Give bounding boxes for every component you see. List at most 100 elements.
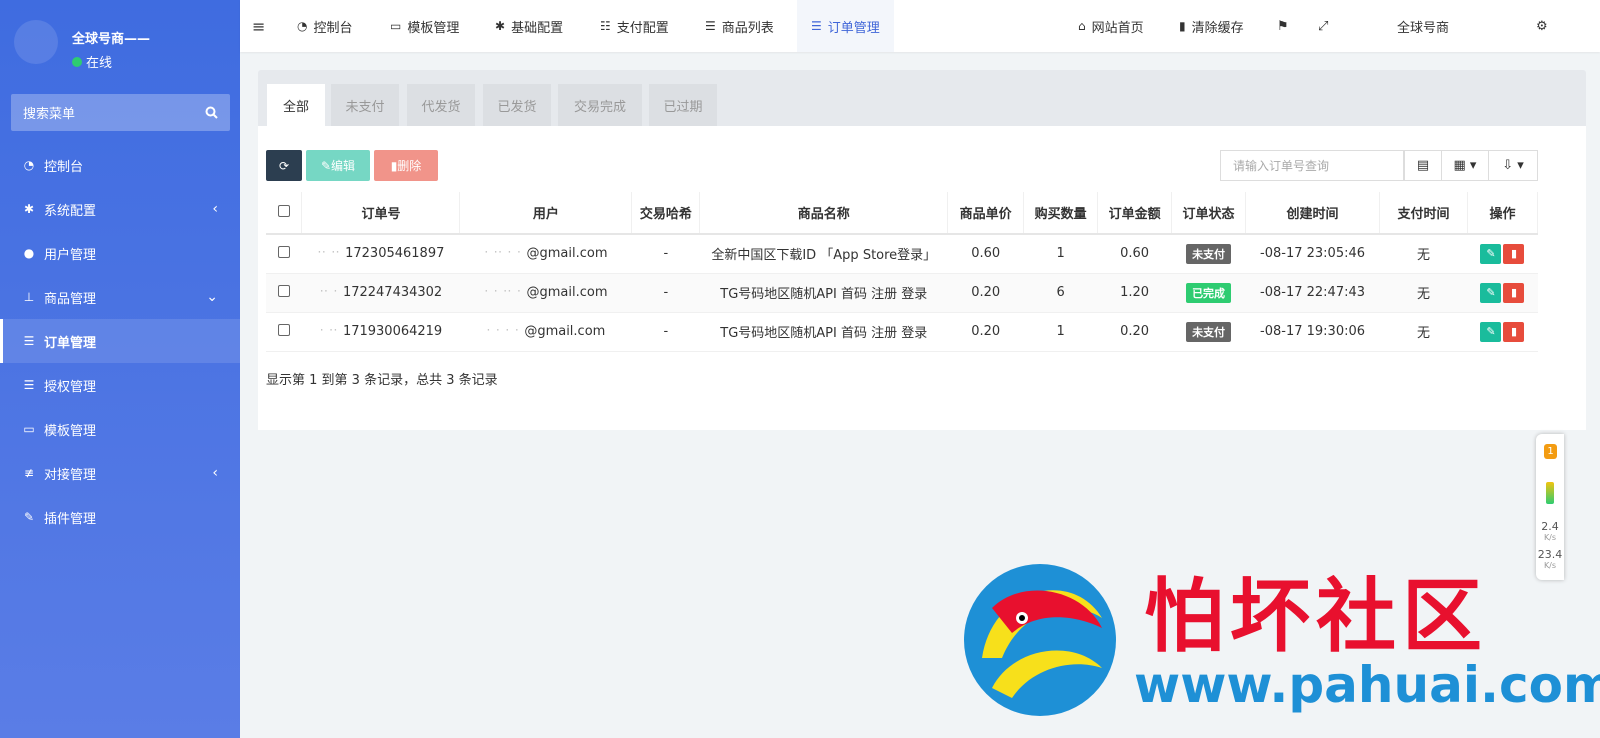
- clear-cache-button[interactable]: ▮ 清除缓存: [1179, 0, 1244, 52]
- chevron-down-icon: ⌄: [206, 289, 218, 305]
- row-delete-button[interactable]: ▮: [1503, 282, 1525, 303]
- status-cell: 已完成: [1171, 273, 1246, 313]
- hamburger-icon: ≡: [252, 16, 266, 36]
- col-product[interactable]: 商品名称: [699, 192, 949, 235]
- watermark-title: 怕坏社区: [1144, 570, 1488, 663]
- paid-cell: 无: [1379, 234, 1468, 274]
- online-dot-icon: [72, 56, 82, 67]
- sidebar-item-label: 对接管理: [44, 467, 97, 483]
- edit-button[interactable]: ✎ 编辑: [306, 150, 370, 181]
- status-text: 在线: [86, 56, 113, 71]
- row-delete-button[interactable]: ▮: [1503, 243, 1525, 264]
- search-icon[interactable]: [205, 106, 218, 119]
- avatar[interactable]: [14, 20, 58, 64]
- sidebar-item-system-config[interactable]: ✱ 系统配置 ‹: [0, 187, 240, 231]
- order-no-cell: ᐧᐧ ᐧᐧ 172305461897: [301, 234, 460, 274]
- sidebar-item-license[interactable]: ☰ 授权管理: [0, 363, 240, 407]
- order-search-input[interactable]: 请输入订单号查询: [1220, 150, 1404, 181]
- status-cell: 未支付: [1171, 234, 1246, 274]
- order-no-cell: ᐧᐧ ᐧ 172247434302: [301, 273, 460, 313]
- fullscreen-button[interactable]: ⤢: [1318, 0, 1328, 52]
- delete-button[interactable]: ▮ 删除: [374, 150, 438, 181]
- site-home-label: 网站首页: [1091, 20, 1144, 36]
- col-paid[interactable]: 支付时间: [1379, 192, 1468, 235]
- tab-unpaid[interactable]: 未支付: [331, 84, 399, 126]
- user-cell: ᐧ ᐧᐧ ᐧ ᐧ @gmail.com: [459, 234, 632, 274]
- topnav-orders[interactable]: ☰ 订单管理: [797, 0, 894, 52]
- col-hash[interactable]: 交易哈希: [631, 192, 701, 235]
- menu-search-input[interactable]: 搜索菜单: [11, 94, 230, 131]
- fullscreen-icon: ⤢: [1318, 18, 1329, 34]
- tab-all[interactable]: 全部: [267, 84, 325, 126]
- sliders-icon: ≢: [23, 466, 35, 480]
- sidebar-item-label: 模板管理: [44, 423, 97, 439]
- tab-shipped[interactable]: 已发货: [483, 84, 551, 126]
- topnav-basic-config[interactable]: ✱ 基础配置: [495, 0, 563, 52]
- trash-icon: ▮: [1510, 286, 1517, 299]
- settings-button[interactable]: ⚙: [1536, 0, 1548, 52]
- topnav-payment-config[interactable]: ☷ 支付配置: [600, 0, 669, 52]
- sidebar-item-templates[interactable]: ▭ 模板管理: [0, 407, 240, 451]
- actions-cell: ✎ ▮: [1467, 273, 1538, 313]
- col-order-no[interactable]: 订单号: [301, 192, 461, 235]
- template-icon: ▭: [23, 422, 35, 436]
- row-edit-button[interactable]: ✎: [1480, 243, 1502, 264]
- row-edit-button[interactable]: ✎: [1480, 321, 1502, 342]
- tab-completed[interactable]: 交易完成: [558, 84, 642, 126]
- col-user[interactable]: 用户: [459, 192, 633, 235]
- sidebar-item-label: 授权管理: [44, 379, 97, 395]
- col-status[interactable]: 订单状态: [1171, 192, 1247, 235]
- user-cell: ᐧ ᐧ ᐧ ᐧ @gmail.com: [459, 312, 632, 352]
- export-icon: ⇩ ▾: [1502, 158, 1524, 173]
- order-no: 172247434302: [342, 285, 443, 300]
- table-row: ᐧ ᐧᐧ 171930064219 ᐧ ᐧ ᐧ ᐧ @gmail.com - T…: [266, 312, 1538, 352]
- menu-toggle-button[interactable]: ≡: [252, 0, 265, 52]
- actions-cell: ✎ ▮: [1467, 234, 1538, 274]
- col-amount[interactable]: 订单金额: [1097, 192, 1173, 235]
- tab-pending-ship[interactable]: 代发货: [407, 84, 475, 126]
- row-delete-button[interactable]: ▮: [1503, 321, 1525, 342]
- tab-expired[interactable]: 已过期: [649, 84, 717, 126]
- battery-icon: [1546, 482, 1554, 504]
- sidebar-item-users[interactable]: ● 用户管理: [0, 231, 240, 275]
- sidebar-item-integration[interactable]: ≢ 对接管理 ‹: [0, 451, 240, 495]
- topnav-label: 商品列表: [721, 20, 774, 36]
- sidebar-item-plugins[interactable]: ✎ 插件管理: [0, 495, 240, 539]
- dashboard-icon: ◔: [23, 158, 35, 172]
- sidebar-item-dashboard[interactable]: ◔ 控制台: [0, 143, 240, 187]
- col-created[interactable]: 创建时间: [1245, 192, 1380, 235]
- row-checkbox[interactable]: [277, 323, 290, 336]
- toggle-view-button[interactable]: ▤: [1404, 150, 1442, 181]
- sidebar-item-label: 商品管理: [44, 291, 97, 307]
- order-panel: 全部 未支付 代发货 已发货 交易完成 已过期 ⟳ ✎ 编辑 ▮ 删除 请输入订单号…: [258, 70, 1586, 430]
- trash-icon: ▮: [1510, 325, 1517, 338]
- topnav-dashboard[interactable]: ◔ 控制台: [297, 0, 353, 52]
- sidebar-item-orders[interactable]: ☰ 订单管理: [0, 319, 240, 363]
- plug-icon: ✎: [23, 510, 35, 524]
- watermark-url: www.pahuai.com: [1134, 656, 1600, 714]
- language-button[interactable]: ⚑: [1277, 0, 1289, 52]
- export-button[interactable]: ⇩ ▾: [1488, 150, 1538, 181]
- table-header-row: 订单号 用户 交易哈希 商品名称 商品单价 购买数量 订单金额 订单状态 创建时…: [266, 192, 1539, 235]
- dashboard-icon: ◔: [297, 19, 308, 33]
- row-edit-button[interactable]: ✎: [1480, 282, 1502, 303]
- online-status: 在线: [72, 52, 112, 71]
- user-panel: 全球号商—— 在线: [0, 0, 240, 88]
- redacted-mark: ᐧ ᐧᐧ: [319, 324, 343, 339]
- sidebar-item-label: 订单管理: [44, 335, 97, 351]
- list-icon: ☰: [23, 334, 35, 348]
- row-checkbox[interactable]: [277, 284, 290, 297]
- select-all-checkbox[interactable]: [277, 204, 290, 217]
- edit-label: 编辑: [331, 159, 356, 173]
- sidebar-item-products[interactable]: ⊥ 商品管理 ⌄: [0, 275, 240, 319]
- topnav-templates[interactable]: ▭ 模板管理: [390, 0, 459, 52]
- columns-button[interactable]: ▦ ▾: [1441, 150, 1489, 181]
- refresh-button[interactable]: ⟳: [266, 150, 302, 181]
- col-qty[interactable]: 购买数量: [1023, 192, 1099, 235]
- site-home-link[interactable]: ⌂ 网站首页: [1078, 0, 1144, 52]
- account-menu[interactable]: 全球号商: [1397, 0, 1449, 52]
- topnav-product-list[interactable]: ☰ 商品列表: [705, 0, 774, 52]
- row-checkbox[interactable]: [277, 245, 290, 258]
- order-no-cell: ᐧ ᐧᐧ 171930064219: [301, 312, 460, 352]
- col-price[interactable]: 商品单价: [947, 192, 1025, 235]
